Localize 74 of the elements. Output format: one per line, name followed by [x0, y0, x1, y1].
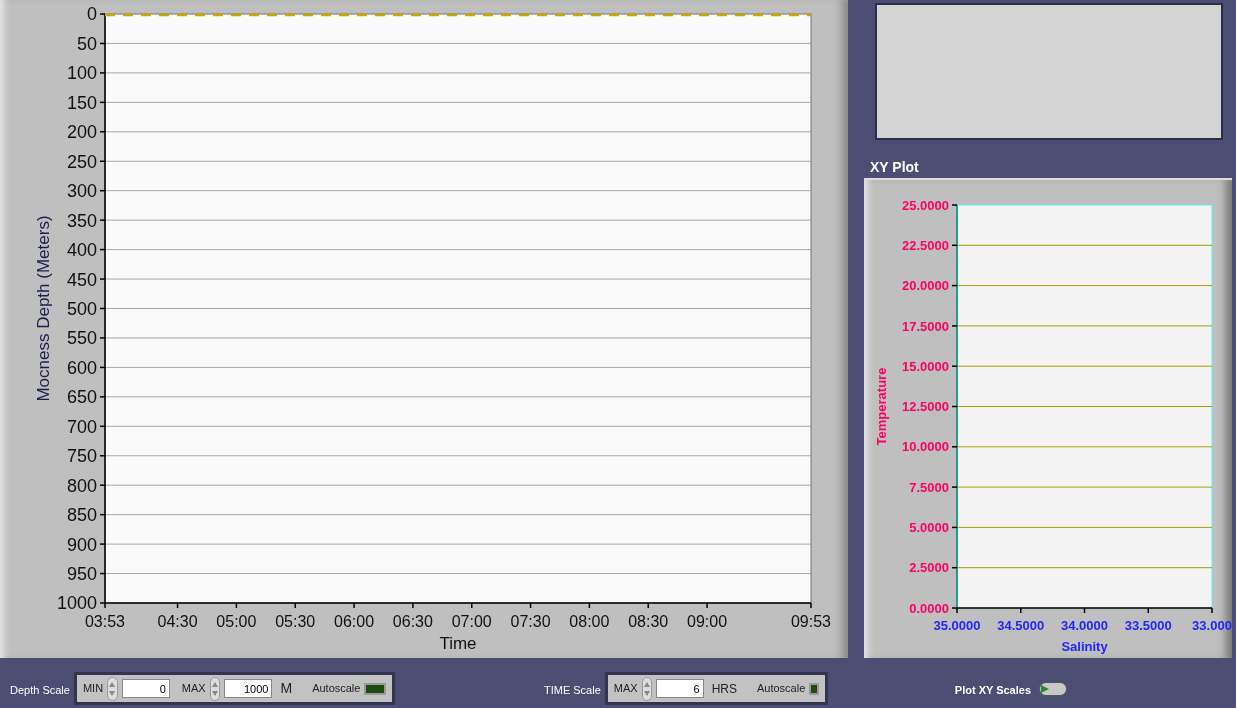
- tick-label: 100: [66, 63, 97, 84]
- spin-button[interactable]: [641, 676, 652, 701]
- unit-label: HRS: [711, 680, 737, 698]
- tick-label: 08:00: [569, 613, 610, 630]
- tick-label: 0: [87, 4, 97, 25]
- group-label: TIME Scale: [543, 682, 601, 698]
- tick-label: 150: [66, 92, 97, 113]
- tick-label: 1000: [56, 593, 97, 614]
- tick-label: 900: [66, 534, 97, 555]
- tick-label: 800: [66, 475, 97, 496]
- tick-label: 50: [76, 33, 97, 54]
- tick-label: 22.5000: [902, 238, 949, 253]
- tick-label: 12.5000: [902, 399, 949, 415]
- tick-label: 2.5000: [909, 560, 949, 576]
- autoscale-indicator[interactable]: [809, 682, 819, 695]
- field-label: MIN: [82, 681, 104, 697]
- tick-label: 10.0000: [902, 439, 949, 455]
- spin-button[interactable]: [209, 676, 221, 701]
- group-label: Depth Scale: [10, 682, 70, 698]
- tick-label: 400: [66, 240, 97, 261]
- tick-label: 600: [66, 357, 97, 378]
- unit-label: M: [280, 679, 293, 698]
- tick-label: 700: [66, 416, 97, 437]
- tick-label: 300: [66, 181, 97, 202]
- tick-label: 35.0000: [933, 618, 981, 633]
- tick-label: 34.5000: [997, 618, 1045, 633]
- field-label: MAX: [613, 681, 638, 697]
- tick-label: 07:30: [510, 613, 551, 630]
- tick-label: 750: [66, 446, 97, 467]
- tick-label: 350: [66, 210, 97, 231]
- toggle-label: Plot XY Scales: [954, 682, 1032, 698]
- panel-title: XY Plot: [870, 158, 920, 177]
- toggle-switch[interactable]: [1039, 682, 1068, 696]
- tick-label: 03:53: [85, 613, 125, 630]
- tick-label: 05:30: [275, 613, 316, 630]
- tick-label: 550: [66, 328, 97, 349]
- tick-label: 7.5000: [909, 479, 949, 495]
- tick-label: 09:53: [791, 613, 831, 630]
- number-field[interactable]: 1000: [224, 679, 273, 698]
- tick-label: 20.0000: [902, 278, 949, 294]
- tick-label: 04:30: [157, 613, 198, 630]
- tick-label: 200: [66, 122, 97, 143]
- tick-label: 950: [66, 564, 97, 585]
- axis-title: Temperature: [874, 367, 889, 446]
- tick-label: 33.5000: [1124, 618, 1172, 633]
- triangle-icon: [1040, 684, 1051, 694]
- tick-label: 5.0000: [909, 520, 949, 536]
- tick-label: 25.0000: [902, 197, 949, 213]
- number-field[interactable]: 6: [655, 679, 704, 698]
- axis-title: Salinity: [1061, 639, 1108, 654]
- spin-button[interactable]: [107, 676, 118, 701]
- number-field[interactable]: 0: [121, 679, 170, 698]
- tick-label: 05:00: [216, 613, 257, 630]
- field-label: Autoscale: [312, 681, 361, 697]
- field-label: Autoscale: [757, 681, 806, 697]
- tick-label: 08:30: [628, 613, 669, 630]
- tick-label: 09:00: [687, 613, 728, 630]
- tick-label: 650: [66, 387, 97, 408]
- axis-title: Time: [439, 634, 477, 653]
- autoscale-indicator[interactable]: [364, 682, 386, 695]
- tick-label: 33.000: [1192, 618, 1232, 633]
- tick-label: 17.5000: [902, 318, 949, 334]
- tick-label: 0.0000: [909, 600, 949, 616]
- tick-label: 06:30: [392, 613, 433, 630]
- tick-label: 07:00: [451, 613, 492, 630]
- tick-label: 450: [66, 269, 97, 290]
- axis-title: Mocness Depth (Meters): [34, 215, 53, 402]
- tick-label: 34.0000: [1061, 618, 1108, 633]
- field-label: MAX: [181, 681, 206, 697]
- tick-label: 250: [66, 151, 97, 172]
- tick-label: 06:00: [334, 613, 375, 630]
- tick-label: 850: [66, 505, 97, 526]
- tick-label: 500: [66, 299, 97, 319]
- tick-label: 15.0000: [902, 358, 949, 374]
